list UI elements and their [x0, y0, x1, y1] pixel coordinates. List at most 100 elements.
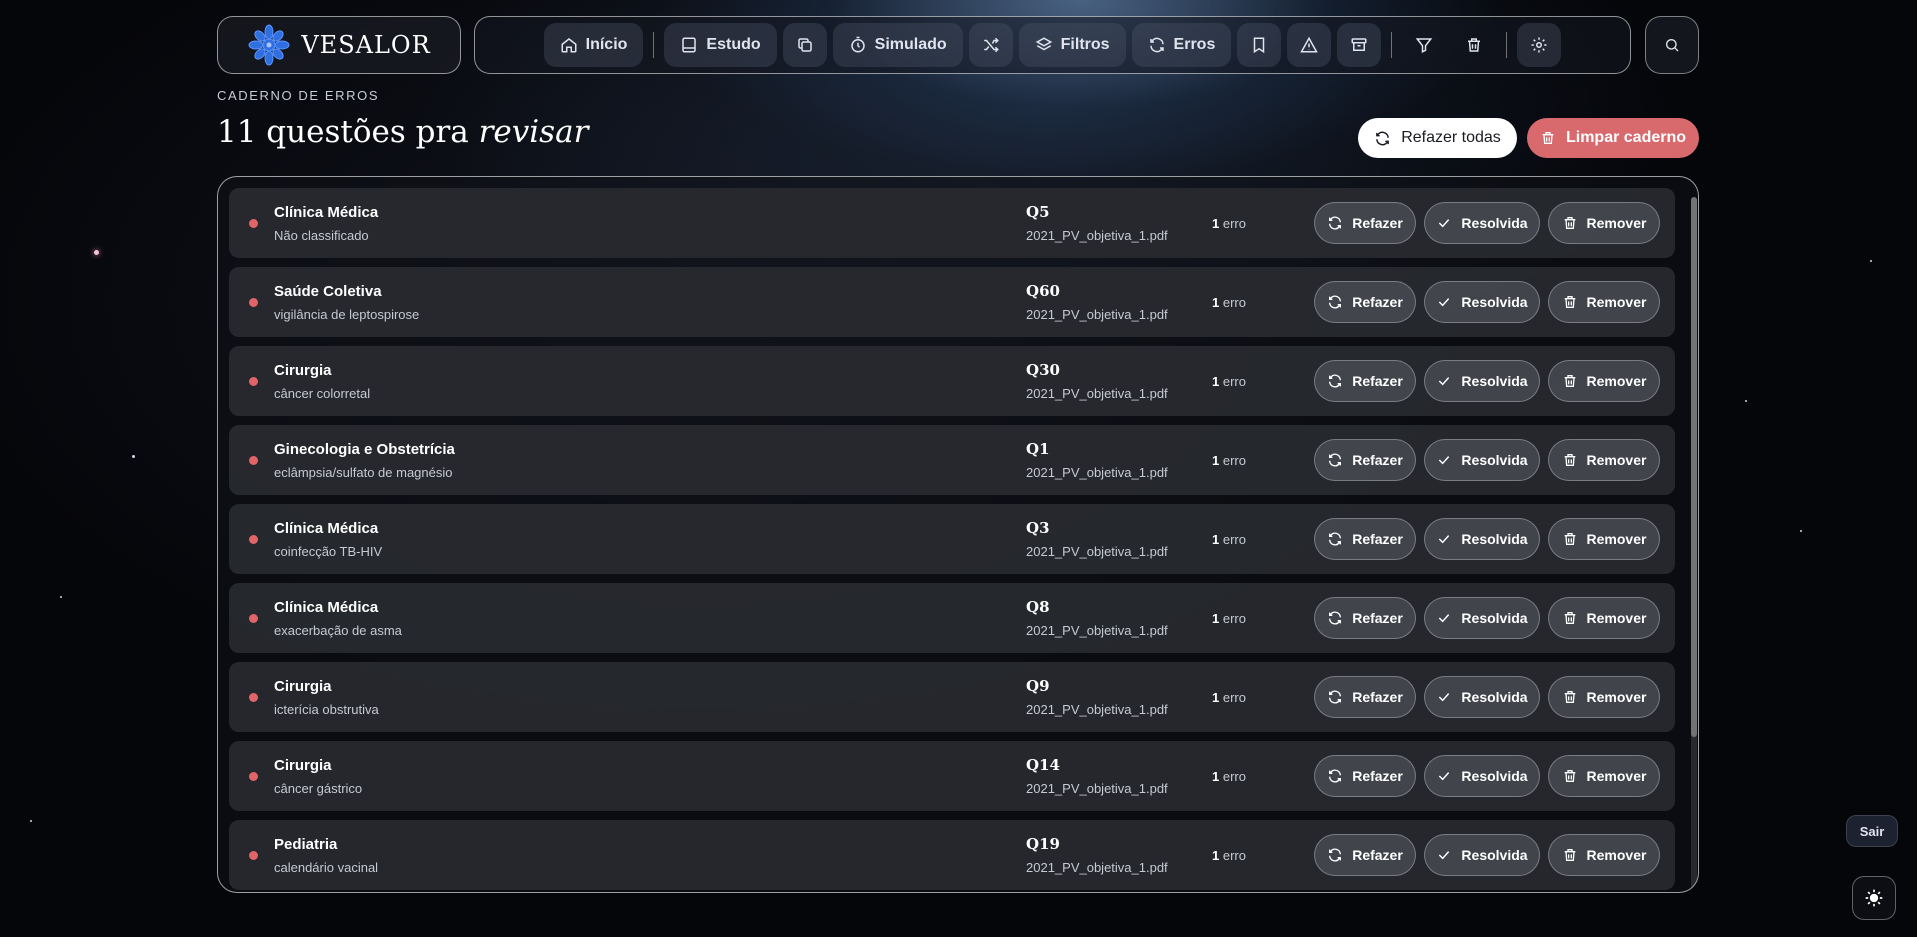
refazer-button[interactable]: Refazer	[1314, 518, 1416, 560]
nav-divider	[1506, 32, 1508, 58]
resolvida-button[interactable]: Resolvida	[1424, 202, 1540, 244]
row-error-label: erro	[1222, 295, 1246, 310]
row-area: Clínica Médica	[274, 520, 379, 537]
layers-icon	[1035, 37, 1052, 51]
remover-label: Remover	[1586, 531, 1647, 547]
resolvida-button[interactable]: Resolvida	[1424, 281, 1540, 323]
resolvida-label: Resolvida	[1461, 531, 1528, 547]
nav-inicio[interactable]: Início	[543, 23, 644, 67]
remover-button[interactable]: Remover	[1548, 281, 1660, 323]
refazer-button[interactable]: Refazer	[1314, 439, 1416, 481]
check-icon	[1439, 851, 1450, 860]
row-error-number: 1	[1212, 374, 1220, 389]
remover-button[interactable]: Remover	[1548, 597, 1660, 639]
resolvida-button[interactable]: Resolvida	[1424, 834, 1540, 876]
sair-button[interactable]: Sair	[1846, 815, 1898, 847]
refazer-button[interactable]: Refazer	[1314, 360, 1416, 402]
search-icon	[1666, 39, 1679, 52]
nav-shuffle[interactable]	[968, 23, 1013, 67]
filter-icon	[1416, 38, 1433, 53]
remover-button[interactable]: Remover	[1548, 518, 1660, 560]
timer-icon	[850, 36, 865, 53]
search-button[interactable]	[1645, 16, 1699, 74]
refazer-button[interactable]: Refazer	[1314, 597, 1416, 639]
copy-icon	[797, 38, 812, 52]
snowflake-logo-icon	[248, 24, 290, 66]
resolvida-button[interactable]: Resolvida	[1424, 518, 1540, 560]
limpar-caderno-button[interactable]: Limpar caderno	[1527, 118, 1699, 158]
row-area: Pediatria	[274, 836, 338, 853]
theme-toggle-button[interactable]	[1852, 876, 1896, 920]
row-topic: eclâmpsia/sulfato de magnésio	[274, 465, 453, 480]
row-question-number: Q1	[1026, 440, 1050, 458]
remover-button[interactable]: Remover	[1548, 676, 1660, 718]
nav-bookmarks[interactable]	[1237, 23, 1282, 67]
remover-button[interactable]: Remover	[1548, 439, 1660, 481]
table-row: Cirurgia icterícia obstrutiva Q9 2021_PV…	[229, 662, 1675, 732]
trash-icon	[1542, 132, 1554, 144]
nav-copy[interactable]	[782, 23, 827, 67]
row-file: 2021_PV_objetiva_1.pdf	[1026, 860, 1168, 875]
brand-logo-box[interactable]: VESALOR	[217, 16, 461, 74]
resolvida-button[interactable]: Resolvida	[1424, 755, 1540, 797]
error-list[interactable]: Clínica Médica Não classificado Q5 2021_…	[217, 176, 1699, 893]
refresh-icon	[1329, 532, 1342, 546]
row-question-number: Q60	[1026, 282, 1060, 300]
error-rows: Clínica Médica Não classificado Q5 2021_…	[229, 188, 1675, 892]
row-question-number: Q9	[1026, 677, 1050, 695]
remover-button[interactable]: Remover	[1548, 755, 1660, 797]
trash-icon	[1564, 612, 1575, 624]
resolvida-button[interactable]: Resolvida	[1424, 597, 1540, 639]
refazer-button[interactable]: Refazer	[1314, 676, 1416, 718]
scrollbar-thumb[interactable]	[1691, 197, 1697, 737]
gear-icon	[1531, 37, 1547, 53]
row-question-number: Q3	[1026, 519, 1050, 537]
nav-simulado[interactable]: Simulado	[832, 23, 963, 67]
resolvida-button[interactable]: Resolvida	[1424, 360, 1540, 402]
refresh-icon	[1329, 611, 1342, 625]
row-error-count: 1 erro	[1212, 690, 1246, 705]
remover-button[interactable]: Remover	[1548, 834, 1660, 876]
refazer-label: Refazer	[1352, 768, 1403, 784]
nav-estudo[interactable]: Estudo	[664, 23, 777, 67]
resolvida-label: Resolvida	[1461, 768, 1528, 784]
remover-label: Remover	[1586, 294, 1647, 310]
nav-trash[interactable]	[1452, 23, 1496, 67]
nav-settings[interactable]	[1517, 23, 1562, 67]
row-topic: câncer colorretal	[274, 386, 371, 401]
row-topic: Não classificado	[274, 228, 369, 243]
remover-button[interactable]: Remover	[1548, 360, 1660, 402]
nav-filter[interactable]	[1402, 23, 1446, 67]
nav-archive[interactable]	[1337, 23, 1382, 67]
nav-filtros[interactable]: Filtros	[1018, 23, 1126, 67]
table-row: Cirurgia câncer gástrico Q14 2021_PV_obj…	[229, 741, 1675, 811]
resolvida-label: Resolvida	[1461, 452, 1528, 468]
refazer-todas-button[interactable]: Refazer todas	[1358, 118, 1517, 158]
nav-erros[interactable]: Erros	[1131, 23, 1232, 67]
trash-icon	[1564, 454, 1575, 466]
refazer-button[interactable]: Refazer	[1314, 755, 1416, 797]
status-dot	[249, 772, 258, 781]
refazer-button[interactable]: Refazer	[1314, 202, 1416, 244]
refazer-button[interactable]: Refazer	[1314, 281, 1416, 323]
resolvida-button[interactable]: Resolvida	[1424, 676, 1540, 718]
row-area: Cirurgia	[274, 362, 332, 379]
refazer-button[interactable]: Refazer	[1314, 834, 1416, 876]
nav-alerts[interactable]	[1287, 23, 1332, 67]
remover-label: Remover	[1586, 373, 1647, 389]
resolvida-button[interactable]: Resolvida	[1424, 439, 1540, 481]
shuffle-icon	[983, 37, 999, 53]
row-actions: Refazer Resolvida Remover	[1314, 755, 1660, 797]
nav-inicio-label: Início	[585, 36, 628, 53]
row-area: Ginecologia e Obstetrícia	[274, 441, 455, 458]
page-title-prefix: 11 questões pra	[217, 114, 479, 150]
remover-button[interactable]: Remover	[1548, 202, 1660, 244]
refresh-icon	[1329, 216, 1342, 230]
list-scrollbar[interactable]	[1691, 197, 1697, 892]
refresh-icon	[1329, 453, 1342, 467]
resolvida-label: Resolvida	[1461, 294, 1528, 310]
alert-icon	[1300, 36, 1319, 53]
remover-label: Remover	[1586, 689, 1647, 705]
row-question-number: Q19	[1026, 835, 1060, 853]
status-dot	[249, 535, 258, 544]
